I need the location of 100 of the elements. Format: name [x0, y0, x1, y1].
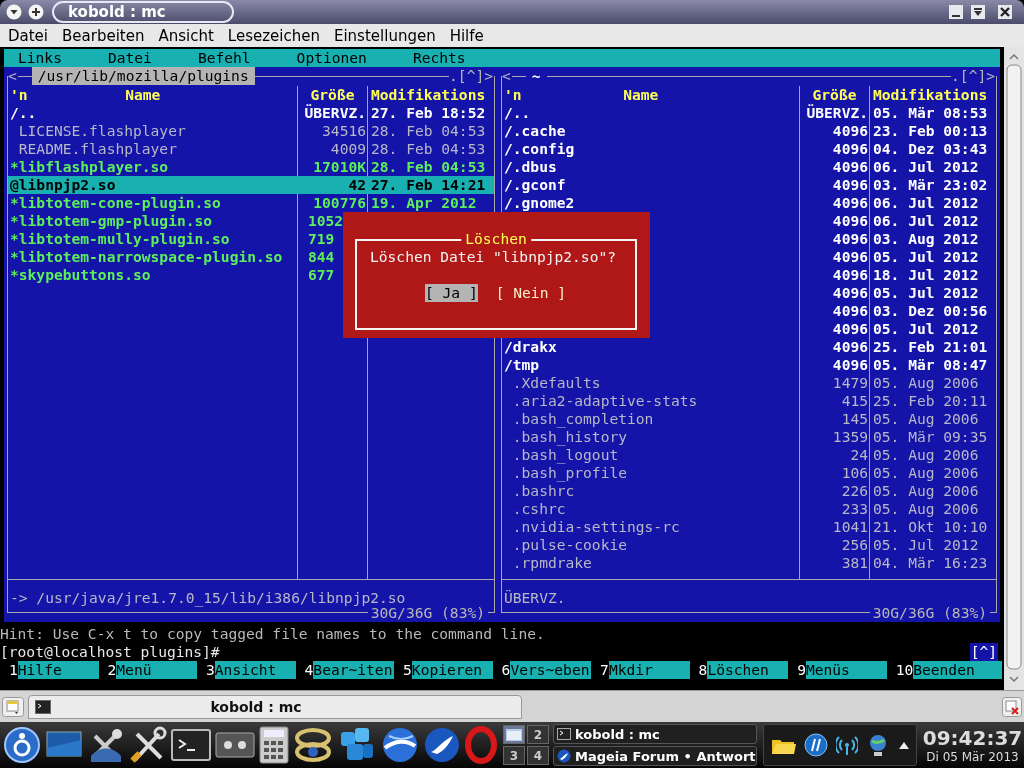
start-menu-icon[interactable]: [3, 726, 41, 764]
file-row[interactable]: .bash_logout 24 05. Aug 2006: [502, 446, 996, 464]
new-tab-icon[interactable]: [2, 696, 24, 717]
file-name: .bash_history: [511, 428, 627, 446]
function-key[interactable]: Beenden: [913, 661, 1002, 679]
file-row[interactable]: LICENSE.flashplayer 34516 28. Feb 04:53: [8, 122, 494, 140]
mc-menu-item[interactable]: Rechts: [412, 49, 466, 67]
file-date: 28. Feb 04:53: [371, 122, 486, 139]
file-row[interactable]: /.. ÜBERVZ. 27. Feb 18:52: [8, 104, 494, 122]
file-row[interactable]: /.cache 4096 23. Feb 00:13: [502, 122, 996, 140]
file-row[interactable]: .Xdefaults 1479 05. Aug 2006: [502, 374, 996, 392]
shade-icon[interactable]: [971, 5, 985, 19]
terminal-icon[interactable]: [171, 728, 211, 762]
panel-marker[interactable]: .[^]>: [449, 67, 494, 85]
desktop-pager-cell[interactable]: 3: [503, 746, 525, 765]
close-icon[interactable]: [998, 5, 1012, 19]
wrench-icon[interactable]: [129, 726, 167, 764]
file-row[interactable]: .bash_completion 145 05. Aug 2006: [502, 410, 996, 428]
mc-menu-item[interactable]: Links: [18, 49, 62, 67]
task-button[interactable]: kobold : mc: [553, 724, 757, 744]
mc-menu-item[interactable]: Befehl: [197, 49, 251, 67]
column-header[interactable]: Name: [27, 86, 298, 104]
file-row[interactable]: /.. ÜBERVZ. 05. Mär 08:53: [502, 104, 996, 122]
ring-icon[interactable]: [465, 726, 497, 764]
calculator-icon[interactable]: [259, 726, 289, 764]
file-row[interactable]: /.config 4096 04. Dez 03:43: [502, 140, 996, 158]
file-size: 1041: [832, 518, 868, 535]
function-key[interactable]: Vers~eben: [510, 661, 592, 679]
file-date: 05. Jul 2012: [873, 536, 979, 553]
file-row[interactable]: .cshrc 233 05. Aug 2006: [502, 500, 996, 518]
column-header[interactable]: Name: [521, 86, 800, 104]
column-header[interactable]: Größe: [812, 86, 857, 103]
panel-marker[interactable]: .[^]>: [951, 67, 996, 85]
file-row[interactable]: .aria2-adaptive-stats 415 25. Feb 20:11: [502, 392, 996, 410]
mc-menu-item[interactable]: Optionen: [296, 49, 367, 67]
file-name: .cshrc: [511, 500, 566, 518]
file-row[interactable]: /.gnome2 4096 06. Jul 2012: [502, 194, 996, 212]
file-row[interactable]: *libflashplayer.so 17010K 28. Feb 04:53: [8, 158, 494, 176]
file-date: 05. Mär 08:53: [873, 104, 988, 121]
wireless-icon[interactable]: [836, 734, 858, 756]
cassette-icon[interactable]: [215, 730, 255, 760]
minimize-icon[interactable]: [949, 5, 963, 19]
mc-menu-item[interactable]: Datei: [107, 49, 152, 67]
menu-item[interactable]: Einstellungen: [333, 26, 436, 45]
file-row[interactable]: /.gconf 4096 03. Mär 23:02: [502, 176, 996, 194]
panel-status: ÜBERVZ.: [504, 589, 566, 606]
arrow-up-icon[interactable]: [898, 740, 910, 750]
close-tab-icon[interactable]: [1002, 696, 1022, 717]
file-row[interactable]: .nvidia-settings-rc 1041 21. Okt 10:10: [502, 518, 996, 536]
terminal-tab[interactable]: kobold : mc: [28, 694, 522, 719]
task-button[interactable]: Mageia Forum • Antwort: [553, 746, 757, 766]
column-header[interactable]: Modifikations: [873, 86, 988, 103]
file-row[interactable]: .bashrc 226 05. Aug 2006: [502, 482, 996, 500]
scroll-marker[interactable]: [^]: [969, 643, 998, 661]
bird-icon[interactable]: [423, 726, 461, 764]
desktop-pager-cell[interactable]: 2: [527, 725, 549, 744]
column-header[interactable]: Modifikations: [371, 86, 486, 103]
file-row[interactable]: *libtotem-cone-plugin.so 100776 19. Apr 2012: [8, 194, 494, 212]
file-date: 05. Aug 2006: [873, 482, 979, 499]
file-row[interactable]: @libnpjp2.so 42 27. Feb 14:21: [8, 176, 494, 194]
column-header[interactable]: Größe: [310, 86, 355, 103]
file-date: 03. Mär 23:02: [873, 176, 988, 193]
function-key[interactable]: Bear~iten: [313, 661, 395, 679]
menu-item[interactable]: Hilfe: [449, 26, 484, 45]
globe-icon[interactable]: [381, 726, 419, 764]
function-key[interactable]: Hilfe: [17, 661, 99, 679]
menu-icon[interactable]: [6, 4, 22, 20]
desktop-pager-cell[interactable]: 4: [527, 746, 549, 765]
function-key[interactable]: Menüs: [805, 661, 887, 679]
file-name: .nvidia-settings-rc: [511, 518, 680, 536]
menu-item[interactable]: Lesezeichen: [227, 26, 320, 45]
function-key[interactable]: Mkdir: [608, 661, 690, 679]
scrollbar[interactable]: [1004, 47, 1024, 690]
terminal-icon: [35, 699, 51, 714]
file-size: 4096: [832, 320, 868, 337]
file-row[interactable]: README.flashplayer 4009 28. Feb 04:53: [8, 140, 494, 158]
file-row[interactable]: .pulse-cookie 256 05. Jul 2012: [502, 536, 996, 554]
dialog-button[interactable]: [ Nein ]: [495, 284, 566, 302]
file-row[interactable]: .bash_profile 106 05. Aug 2006: [502, 464, 996, 482]
file-row[interactable]: .rpmdrake 381 04. Mär 16:23: [502, 554, 996, 572]
function-key[interactable]: Löschen: [707, 661, 789, 679]
clock-time[interactable]: 09:42:37: [922, 726, 1023, 750]
file-date: 25. Feb 20:11: [873, 392, 988, 409]
dialog-button[interactable]: [ Ja ]: [425, 284, 478, 302]
file-date: 28. Feb 04:53: [371, 158, 486, 175]
panel-path: /usr/lib/mozilla/plugins: [31, 67, 255, 85]
function-key[interactable]: Ansicht: [214, 661, 296, 679]
file-row[interactable]: .bash_history 1359 05. Mär 09:35: [502, 428, 996, 446]
menu-item[interactable]: Datei: [8, 26, 49, 45]
menu-item[interactable]: Ansicht: [158, 26, 214, 45]
file-row[interactable]: /tmp 4096 05. Mär 08:47: [502, 356, 996, 374]
desktop-pager-cell[interactable]: [503, 725, 525, 744]
function-key[interactable]: Kopieren: [411, 661, 493, 679]
function-key[interactable]: Menü: [116, 661, 198, 679]
menu-item[interactable]: Bearbeiten: [62, 26, 145, 45]
file-name: .Xdefaults: [511, 374, 601, 392]
file-size: 24: [850, 446, 868, 463]
file-row[interactable]: /drakx 4096 25. Feb 21:01: [502, 338, 996, 356]
disk-usage: 30G/36G (83%): [869, 604, 990, 622]
file-row[interactable]: /.dbus 4096 06. Jul 2012: [502, 158, 996, 176]
